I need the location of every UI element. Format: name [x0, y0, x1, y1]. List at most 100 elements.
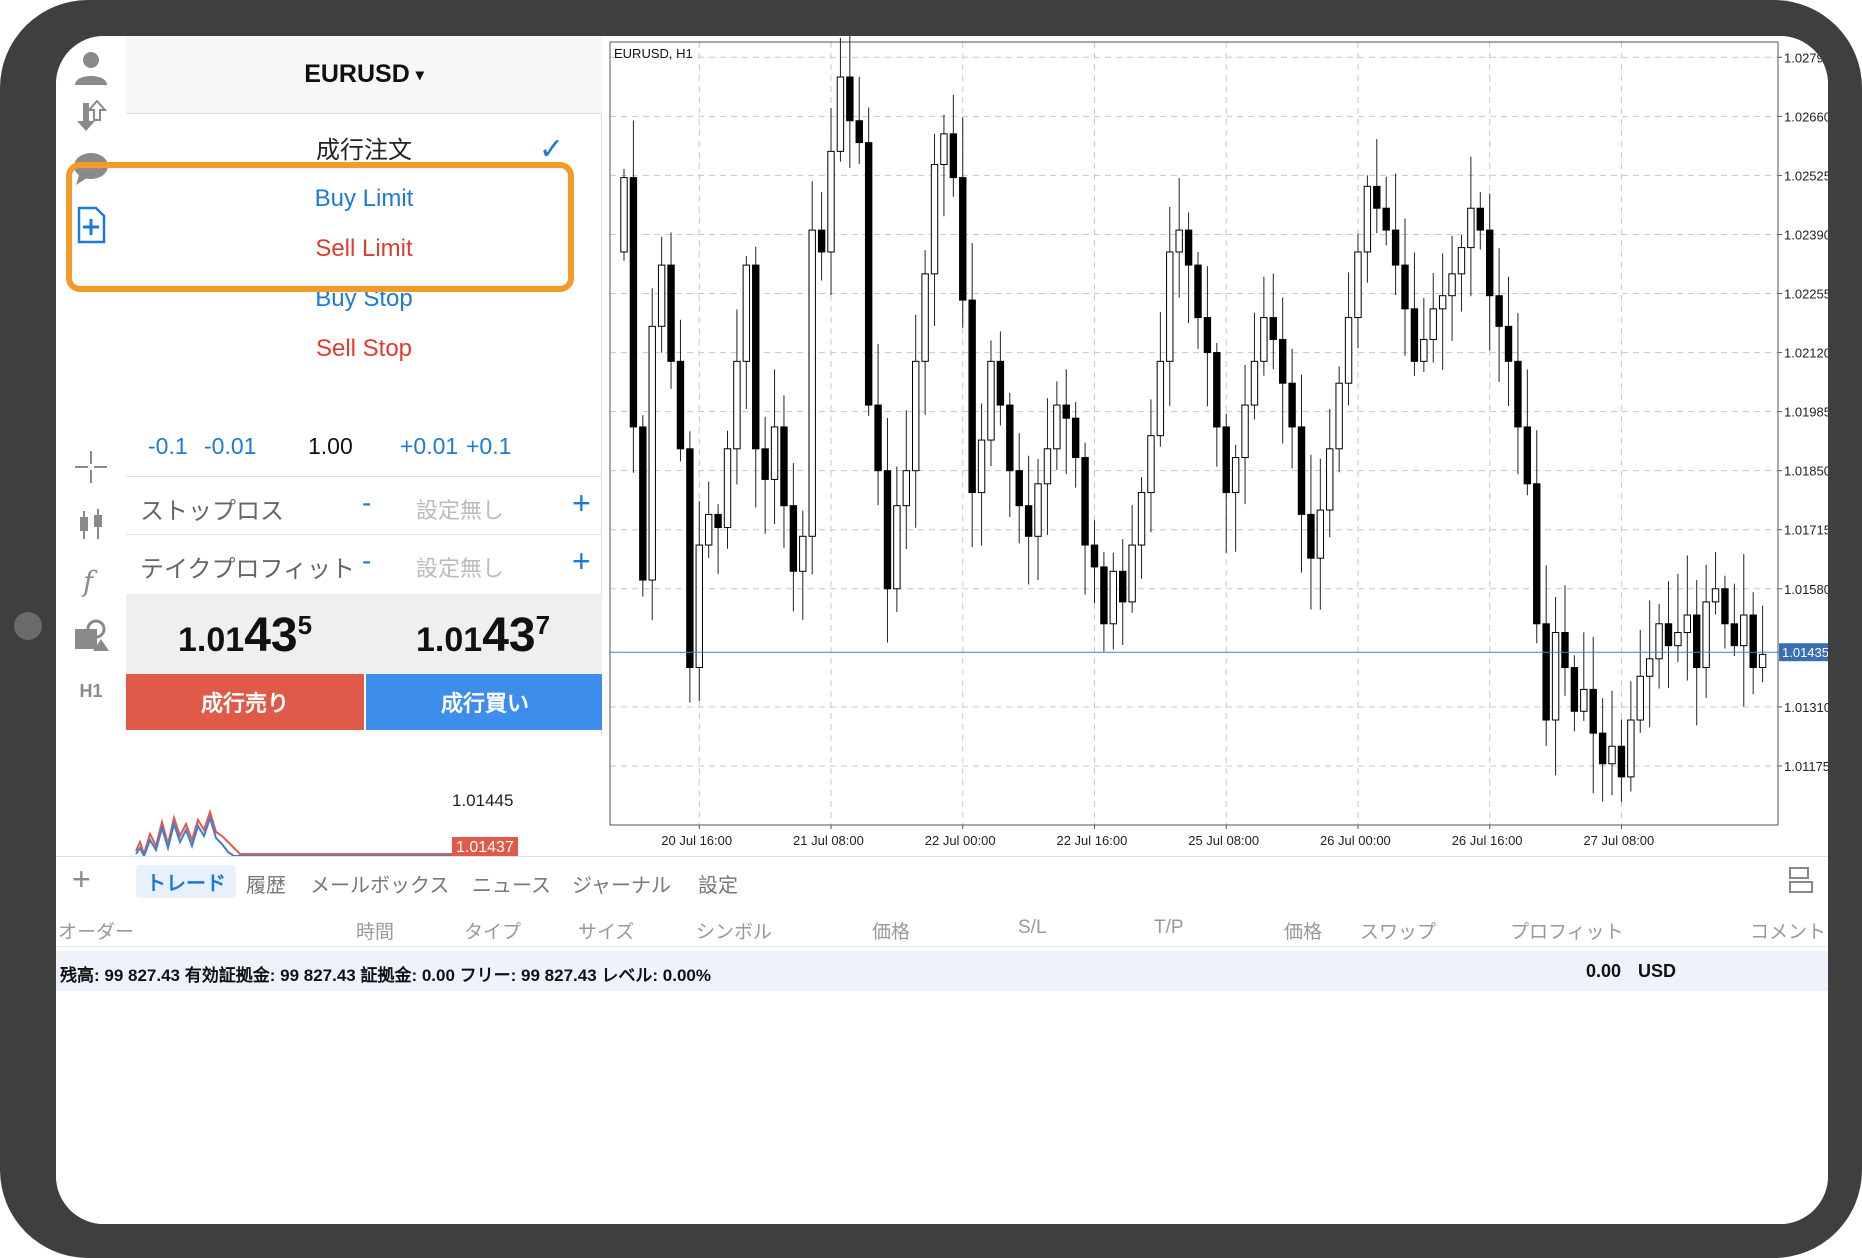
volume-minus-0-01-button[interactable]: -0.01 [204, 433, 256, 460]
candle-body [1683, 614, 1692, 634]
candle-body [714, 513, 722, 529]
order-type-sell-stop[interactable]: Sell Stop [126, 320, 602, 378]
volume-value[interactable]: 1.00 [308, 433, 353, 460]
chart-type-icon[interactable] [68, 502, 114, 548]
candle-body [1429, 308, 1437, 340]
price-tick-label: 1.01310 [1784, 700, 1828, 715]
candle-body [780, 426, 788, 507]
tab-settings[interactable]: 設定 [698, 869, 738, 898]
col-size: サイズ [578, 922, 635, 943]
buy-by-market-button[interactable]: 成行買い [366, 674, 604, 730]
stop-loss-plus-button[interactable]: + [572, 485, 591, 522]
sell-by-market-button[interactable]: 成行売り [126, 674, 364, 730]
price-tick-label: 1.02660 [1784, 109, 1828, 124]
candle-body [1749, 614, 1757, 669]
candlestick-chart[interactable]: 1.02795 1.02660 1.02525 1.02390 1.02255 1.021… [602, 36, 1828, 856]
candle-body [695, 544, 703, 669]
toolbox-panel: + トレード 履歴 メールボックス ニュース ジャーナル 設定 オーダー 時間 … [56, 856, 1828, 1224]
trade-columns: オーダー 時間 タイプ サイズ シンボル 価格 S/L T/P 価格 スワップ … [56, 909, 1828, 947]
candle-body [1147, 435, 1155, 494]
indicators-icon[interactable]: f [68, 558, 114, 604]
candle-body [1053, 404, 1061, 450]
candle-body [883, 470, 892, 590]
add-icon[interactable]: + [72, 861, 91, 898]
tick-ask-label: 1.01437 [456, 839, 514, 856]
candle-body [1420, 338, 1428, 362]
price-tick-label: 1.01580 [1784, 582, 1828, 597]
candle-body [1410, 308, 1419, 362]
candle-body [1062, 404, 1070, 419]
col-price-2: 価格 [1284, 922, 1323, 943]
account-icon[interactable] [68, 44, 114, 90]
app-frame: f H1 EURUSD ▾ 成行注文 ✓ Buy Limit Sell Limi… [0, 0, 1862, 1258]
candle-body [1758, 653, 1767, 669]
candle-body [1702, 601, 1710, 669]
trade-arrows-icon[interactable] [68, 94, 114, 140]
candle-body [1194, 264, 1202, 319]
time-tick-label: 22 Jul 00:00 [925, 833, 996, 848]
main-chart[interactable]: 1.02795 1.02660 1.02525 1.02390 1.02255 1.021… [602, 36, 1828, 856]
balance-summary: 残高: 99 827.43 有効証拠金: 99 827.43 証拠金: 0.00… [60, 966, 711, 985]
candle-body [1241, 404, 1249, 459]
candle-body [874, 404, 882, 472]
stop-loss-minus-button[interactable]: - [362, 487, 371, 519]
candle-body [1034, 483, 1042, 537]
candle-body [864, 142, 873, 406]
candle-body [648, 325, 656, 581]
candle-body [1024, 505, 1033, 537]
crosshair-icon[interactable] [68, 444, 114, 490]
candle-body [704, 513, 713, 546]
stop-loss-value[interactable]: 設定無し [416, 493, 504, 525]
time-tick-label: 26 Jul 00:00 [1320, 833, 1391, 848]
symbol-selector[interactable]: EURUSD ▾ [126, 36, 602, 114]
candle-body [1608, 745, 1616, 765]
time-tick-label: 26 Jul 16:00 [1452, 833, 1523, 848]
candle-body [996, 360, 1005, 406]
ask-price-pips: 43 [482, 609, 536, 662]
take-profit-value[interactable]: 設定無し [416, 551, 504, 583]
tab-mailbox[interactable]: メールボックス [310, 869, 449, 898]
candle-body [1015, 470, 1023, 507]
candle-body [1664, 623, 1673, 647]
candle-body [1297, 426, 1306, 515]
candle-body [1326, 448, 1334, 511]
candle-body [902, 470, 910, 507]
tab-history[interactable]: 履歴 [246, 869, 286, 898]
objects-icon[interactable] [68, 614, 114, 660]
price-tick-label: 1.01715 [1784, 523, 1828, 538]
home-button[interactable] [14, 612, 42, 640]
volume-minus-0-1-button[interactable]: -0.1 [148, 433, 188, 460]
bid-price-pips: 43 [244, 609, 298, 662]
col-order: オーダー [58, 922, 135, 943]
candle-body [1071, 417, 1080, 459]
candle-body [1166, 251, 1174, 362]
order-panel: EURUSD ▾ 成行注文 ✓ Buy Limit Sell Limit Buy… [66, 36, 604, 859]
tab-journal[interactable]: ジャーナル [572, 869, 671, 898]
take-profit-minus-button[interactable]: - [362, 545, 371, 577]
take-profit-plus-button[interactable]: + [572, 543, 591, 580]
candle-body [1504, 325, 1513, 362]
volume-plus-0-01-button[interactable]: +0.01 [400, 433, 458, 460]
candle-body [789, 505, 798, 572]
volume-plus-0-1-button[interactable]: +0.1 [466, 433, 511, 460]
tab-trade[interactable]: トレード [136, 865, 236, 898]
candle-body [1184, 229, 1193, 266]
profit-currency: USD [1638, 961, 1677, 981]
ask-price-point: 7 [535, 610, 551, 640]
candle-body [1269, 317, 1277, 340]
candle-body [1476, 207, 1484, 231]
candle-body [808, 229, 816, 537]
timeframe-button[interactable]: H1 [68, 668, 114, 714]
tab-news[interactable]: ニュース [472, 869, 551, 898]
svg-text:f: f [81, 565, 98, 598]
candle-body [761, 448, 769, 480]
candle-body [977, 439, 986, 494]
candle-body [667, 264, 675, 362]
layout-icon[interactable] [1786, 865, 1816, 901]
candle-body [921, 273, 929, 362]
order-type-market-label: 成行注文 [316, 136, 412, 164]
candles [620, 36, 1767, 802]
price-tick-label: 1.02390 [1784, 227, 1828, 242]
candle-body [1438, 295, 1447, 310]
candle-body [968, 299, 976, 494]
